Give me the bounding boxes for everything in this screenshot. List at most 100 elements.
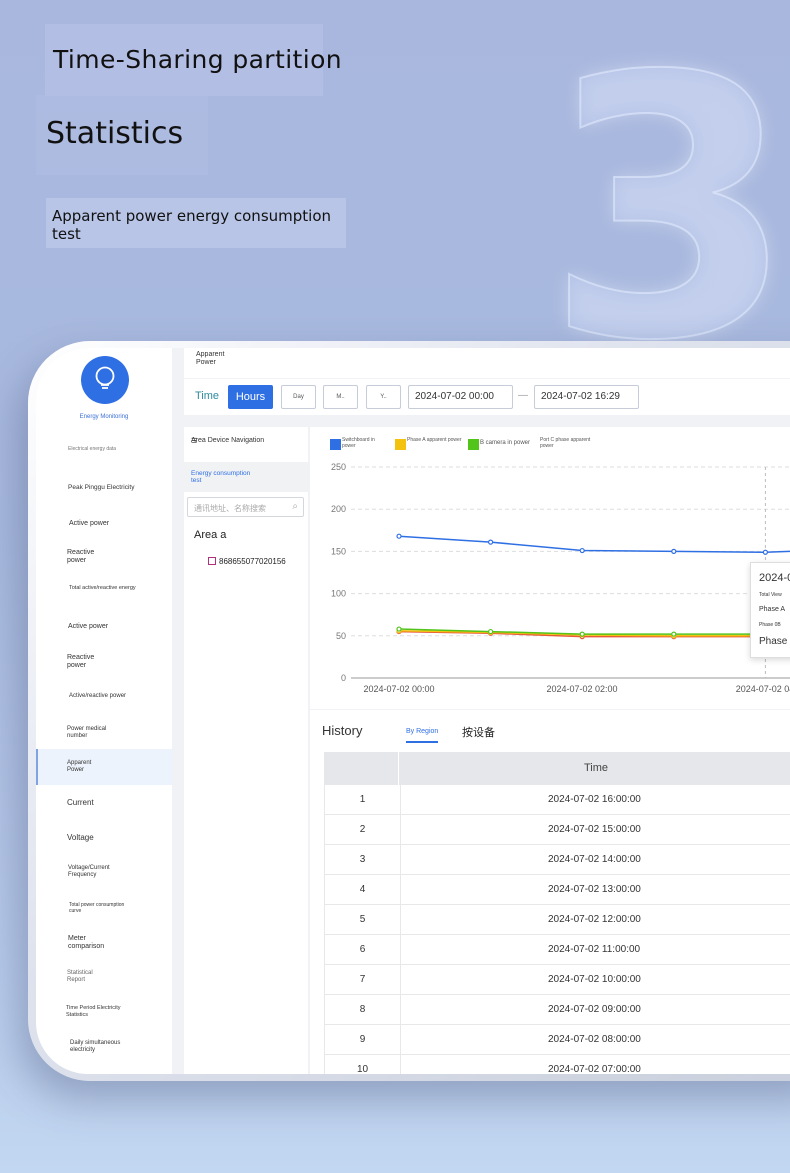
hero-statistics: Statistics (46, 116, 184, 151)
line-chart[interactable]: 0 50 100 150 200 250 2024-07-02 00:00 2024-07-0… (310, 427, 790, 709)
column-divider (400, 995, 401, 1025)
row-index: 7 (359, 974, 366, 985)
device-icon (208, 557, 216, 565)
data-point (396, 626, 402, 632)
x-tick-label: 2024-07-02 02:00 (546, 684, 617, 694)
month-button[interactable]: M.. (323, 385, 358, 409)
tooltip-row: Total View (759, 592, 782, 598)
row-time: 2024-07-02 13:00:00 (548, 884, 641, 895)
sidebar-item-label: Peak Pinggu Electricity (68, 484, 135, 491)
column-divider (400, 1055, 401, 1074)
row-index: 1 (359, 794, 366, 805)
table-row[interactable]: 10 2024-07-02 07:00:00 (324, 1055, 790, 1074)
sidebar-item-label: Current (67, 798, 94, 807)
sidebar-item-daily-electricity[interactable]: Daily simultaneous electricity (36, 1030, 172, 1066)
sidebar-item-power-medical-number[interactable]: Power medical number (36, 714, 172, 750)
year-button[interactable]: Y.. (366, 385, 401, 409)
sidebar-item-apparent-power[interactable]: Apparent Power (36, 749, 172, 785)
sidebar-item-label: Total power consumption curve (69, 902, 125, 914)
lightbulb-icon (95, 366, 115, 389)
tree-node-device[interactable]: 868655077020156 (208, 557, 286, 566)
table-row[interactable]: 2 2024-07-02 15:00:00 (324, 815, 790, 845)
sidebar-item-active-power-2[interactable]: Active power (36, 610, 172, 646)
row-time: 2024-07-02 14:00:00 (548, 854, 641, 865)
x-tick-label: 2024-07-02 04 (736, 684, 790, 694)
day-button[interactable]: Day (281, 385, 316, 409)
sidebar-item-reactive-power[interactable]: Reactive power (36, 540, 172, 576)
tree-node-area[interactable]: Area a (194, 529, 226, 541)
time-label: Time (195, 390, 220, 402)
sidebar-item-statistical-report[interactable]: Statistical Report (36, 960, 172, 996)
table-row[interactable]: 9 2024-07-02 08:00:00 (324, 1025, 790, 1055)
sidebar-item-time-period[interactable]: Time Period Electricity Statistics (36, 995, 172, 1031)
table-row[interactable]: 6 2024-07-02 11:00:00 (324, 935, 790, 965)
row-time: 2024-07-02 15:00:00 (548, 824, 641, 835)
table-row[interactable]: 5 2024-07-02 12:00:00 (324, 905, 790, 935)
sidebar-item-label: Active/reactive power (69, 693, 127, 699)
nav-search-input[interactable]: 通讯地址、名称搜索 ⌕ (187, 497, 304, 517)
column-divider (400, 875, 401, 905)
column-divider (400, 905, 401, 935)
time-toolbar: Time Hours Day M.. Y.. 2024-07-02 00:00 … (184, 379, 790, 415)
sidebar-item-voltage[interactable]: Voltage (36, 820, 172, 856)
row-index: 2 (359, 824, 366, 835)
table-row[interactable]: 3 2024-07-02 14:00:00 (324, 845, 790, 875)
sidebar-item-active-reactive-power[interactable]: Active/reactive power (36, 680, 172, 716)
data-point (396, 533, 402, 539)
sidebar-item-reactive-power-2[interactable]: Reactive power (36, 645, 172, 681)
column-divider (400, 845, 401, 875)
sidebar-item-total-energy[interactable]: Total active/reactive energy (36, 576, 172, 612)
sidebar-item-label: Electrical energy data (68, 446, 117, 452)
row-index: 5 (359, 914, 366, 925)
row-index: 8 (359, 1004, 366, 1015)
column-divider (400, 815, 401, 845)
tooltip-row: Phase 0B (759, 622, 781, 628)
hours-button[interactable]: Hours (228, 385, 273, 409)
column-divider (400, 1025, 401, 1055)
hero-title: Time-Sharing partition (53, 45, 343, 74)
end-date-input[interactable]: 2024-07-02 16:29 (534, 385, 639, 409)
column-divider (400, 785, 401, 815)
sidebar-item-frequency[interactable]: Voltage/Current Frequency (36, 855, 172, 891)
search-icon[interactable]: ⌕ (292, 501, 298, 512)
date-separator: — (518, 390, 528, 401)
collapse-menu-icon[interactable]: ☰ (191, 437, 197, 445)
x-tick-label: 2024-07-02 00:00 (363, 684, 434, 694)
row-index: 9 (359, 1034, 366, 1045)
row-index: 10 (356, 1064, 369, 1074)
column-divider (400, 965, 401, 995)
data-point (671, 631, 677, 637)
data-point (579, 547, 585, 554)
tab-by-device[interactable]: 按设备 (462, 724, 495, 740)
column-divider (400, 935, 401, 965)
nav-selected-group[interactable]: Energy consumption test (184, 462, 308, 492)
sidebar: Energy Monitoring Electrical energy data… (36, 348, 172, 1074)
y-tick-label: 50 (336, 631, 346, 641)
sidebar-item-meter-comparison[interactable]: Meter comparison (36, 925, 172, 961)
decorative-numeral: 3 (544, 0, 790, 419)
y-tick-label: 0 (341, 673, 346, 683)
sidebar-item-active-power[interactable]: Active power (36, 506, 172, 542)
start-date-input[interactable]: 2024-07-02 00:00 (408, 385, 513, 409)
time-column-header: Time (584, 762, 609, 774)
history-panel: History By Region 按设备 Time 1 2024-07-02 1… (310, 710, 790, 1074)
table-row[interactable]: 8 2024-07-02 09:00:00 (324, 995, 790, 1025)
nav-title: Area Device Navigation (191, 437, 265, 444)
sidebar-item-power-curve[interactable]: Total power consumption curve (36, 890, 172, 926)
table-row[interactable]: 1 2024-07-02 16:00:00 (324, 785, 790, 815)
table-row[interactable]: 7 2024-07-02 10:00:00 (324, 965, 790, 995)
tooltip-title: 2024-0 (759, 572, 790, 584)
tab-by-region[interactable]: By Region (406, 728, 438, 735)
table-row[interactable]: 4 2024-07-02 13:00:00 (324, 875, 790, 905)
app-screen: Energy Monitoring Electrical energy data… (36, 348, 790, 1074)
sidebar-item-peak-pinggu[interactable]: Peak Pinggu Electricity (36, 470, 172, 506)
history-title: History (322, 723, 363, 738)
sidebar-item-label: Active power (68, 623, 109, 630)
hero-subtitle: Apparent power energy consumption test (52, 207, 332, 243)
data-point (488, 628, 494, 635)
sidebar-item-current[interactable]: Current (36, 785, 172, 821)
row-time: 2024-07-02 07:00:00 (548, 1064, 641, 1074)
sidebar-item-electrical-energy-data[interactable]: Electrical energy data (36, 436, 172, 472)
sidebar-item-label: Meter comparison (68, 935, 105, 950)
row-time: 2024-07-02 08:00:00 (548, 1034, 641, 1045)
